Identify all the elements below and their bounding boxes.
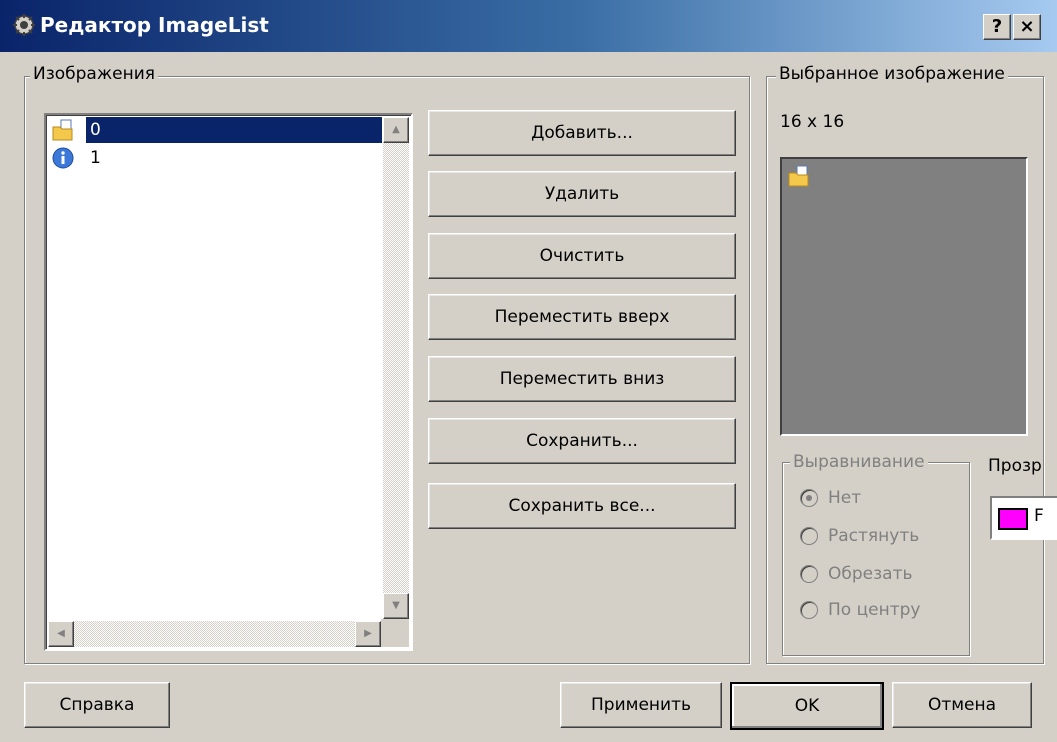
window-title: Редактор ImageList [40,13,269,37]
ok-button[interactable]: OK [730,682,884,730]
scroll-left-button[interactable]: ◀ [48,621,74,647]
radio-label: Обрезать [828,564,913,584]
list-item[interactable]: 0 [52,117,382,143]
horizontal-scrollbar[interactable]: ◀ ▶ [48,621,381,647]
cancel-button[interactable]: Отмена [892,682,1032,728]
folder-page-icon [788,165,809,187]
save-button[interactable]: Сохранить... [428,418,736,464]
scroll-right-button[interactable]: ▶ [355,621,381,647]
radio-label: Растянуть [828,526,920,546]
image-list[interactable]: 0 1 ▲ ▼ ◀ ▶ [44,113,413,651]
vertical-scrollbar[interactable]: ▲ ▼ [383,117,409,619]
delete-button[interactable]: Удалить [428,171,736,217]
alignment-group-legend: Выравнивание [790,452,928,472]
save-all-button[interactable]: Сохранить все... [428,483,736,529]
title-bar[interactable]: Редактор ImageList ? × [0,0,1057,52]
scroll-up-button[interactable]: ▲ [383,117,409,143]
scroll-corner [381,619,409,647]
list-item-label: 1 [90,148,101,168]
radio-label: По центру [828,600,921,620]
folder-page-icon [52,119,73,141]
add-button[interactable]: Добавить... [428,110,736,156]
image-preview [780,157,1028,436]
transparent-color-label: Прозр [988,456,1042,476]
help-button[interactable]: ? [983,14,1011,40]
radio-label: Нет [828,488,862,508]
images-group-legend: Изображения [30,64,159,84]
radio-dot [800,527,818,545]
radio-dot [800,601,818,619]
color-swatch [998,508,1028,530]
info-icon [52,147,74,169]
scroll-down-button[interactable]: ▼ [383,593,409,619]
radio-dot [800,565,818,583]
image-size-label: 16 x 16 [780,112,845,132]
color-value: F [1034,506,1044,526]
transparent-color-picker[interactable]: F [990,496,1057,540]
list-item[interactable]: 1 [52,145,382,171]
list-item-label: 0 [86,117,382,143]
selected-image-group-legend: Выбранное изображение [776,64,1008,84]
move-up-button[interactable]: Переместить вверх [428,294,736,340]
app-icon [13,14,35,36]
help-footer-button[interactable]: Справка [24,682,170,728]
clear-button[interactable]: Очистить [428,233,736,279]
apply-button[interactable]: Применить [560,682,722,728]
close-button[interactable]: × [1013,14,1041,40]
move-down-button[interactable]: Переместить вниз [428,356,736,402]
radio-dot [800,489,818,507]
